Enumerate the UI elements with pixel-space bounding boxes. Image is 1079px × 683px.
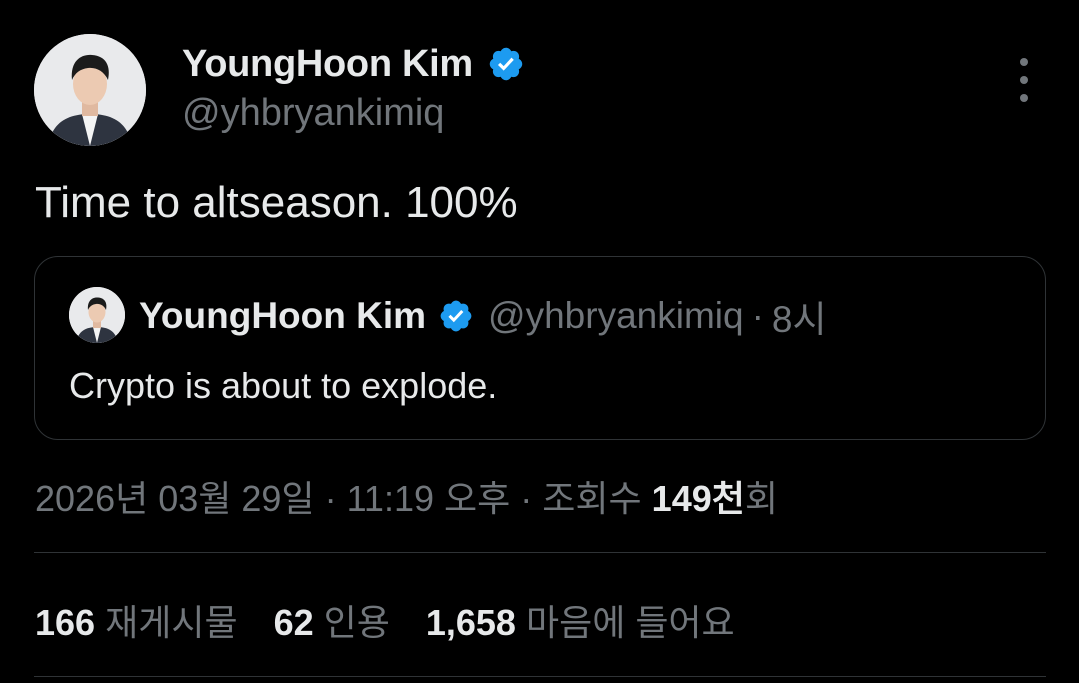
quotes-count: 62 (273, 602, 314, 643)
quotes-label: 인용 (323, 602, 390, 643)
views-label: 조회수 (542, 478, 642, 519)
reposts-stat[interactable]: 166 재게시물 (35, 594, 238, 646)
verified-badge-icon (440, 300, 472, 332)
avatar-photo (69, 287, 125, 343)
tweet-text: Time to altseason. 100% (35, 178, 518, 227)
quoted-tweet-card[interactable]: YoungHoon Kim @yhbryankimiq · 8시 Crypto … (34, 256, 1046, 440)
more-dot (1020, 58, 1028, 66)
likes-label: 마음에 들어요 (525, 602, 735, 643)
reposts-count: 166 (35, 602, 96, 643)
separator-dot: · (751, 295, 764, 336)
tweet-date[interactable]: 2026년 03월 29일 (35, 478, 315, 519)
views-count: 149천 (651, 478, 745, 519)
likes-count: 1,658 (425, 602, 516, 643)
verified-badge-icon[interactable] (487, 45, 525, 83)
divider (34, 676, 1046, 677)
more-dot (1020, 76, 1028, 84)
author-avatar[interactable] (34, 34, 146, 146)
quoted-author-name[interactable]: YoungHoon Kim (139, 295, 426, 337)
quoted-tweet-text: Crypto is about to explode. (69, 365, 498, 406)
divider (34, 552, 1046, 553)
author-handle[interactable]: @yhbryankimiq (182, 92, 444, 135)
quotes-stat[interactable]: 62 인용 (274, 594, 390, 646)
quoted-tweet-time[interactable]: 8시 (772, 289, 827, 343)
separator-dot: · (520, 478, 533, 519)
tweet-time[interactable]: 11:19 오후 (347, 478, 511, 519)
quoted-author-handle: @yhbryankimiq (488, 295, 744, 336)
separator-dot: · (324, 478, 337, 519)
quoted-author-avatar[interactable] (69, 287, 125, 343)
tweet-meta: 2026년 03월 29일 · 11:19 오후 · 조회수 149천회 (35, 470, 778, 522)
likes-stat[interactable]: 1,658 마음에 들어요 (426, 594, 735, 646)
views-suffix: 회 (744, 478, 778, 519)
more-dot (1020, 94, 1028, 102)
author-name-row[interactable]: YoungHoon Kim (182, 40, 525, 88)
author-name[interactable]: YoungHoon Kim (182, 43, 473, 86)
avatar-photo (34, 34, 146, 146)
engagement-stats: 166 재게시물 62 인용 1,658 마음에 들어요 (35, 594, 771, 646)
reposts-label: 재게시물 (105, 602, 238, 643)
quoted-tweet-header: YoungHoon Kim @yhbryankimiq · 8시 (139, 293, 827, 340)
more-options-icon[interactable] (1010, 58, 1038, 102)
